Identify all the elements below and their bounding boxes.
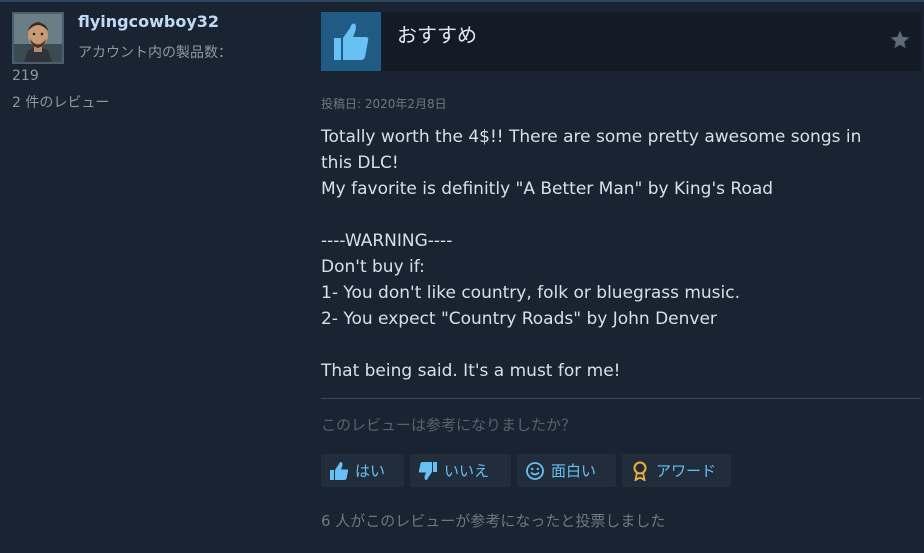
award-icon	[633, 461, 647, 481]
thumbs-up-icon	[334, 23, 369, 60]
review-line: ----WARNING----	[321, 231, 453, 251]
smiley-icon	[526, 461, 544, 480]
vote-no-button[interactable]: いいえ	[410, 454, 511, 487]
award-button[interactable]: アワード	[622, 454, 731, 487]
helpful-question: このレビューは参考になりましたか？	[321, 416, 577, 434]
products-count[interactable]: 219	[12, 68, 39, 84]
recommended-badge	[321, 12, 381, 71]
review-line: My favorite is definitly "A Better Man" …	[321, 179, 774, 199]
vote-yes-button[interactable]: はい	[321, 454, 404, 487]
review-header: おすすめ	[321, 12, 921, 71]
products-label: アカウント内の製品数：	[78, 45, 232, 61]
divider	[321, 398, 921, 399]
star-icon[interactable]	[889, 29, 911, 51]
vote-funny-label: 面白い	[551, 462, 597, 480]
review-line: Totally worth the 4$!! There are some pr…	[321, 127, 862, 147]
posted-date: 投稿日: 2020年2月8日	[321, 97, 447, 111]
top-border	[0, 0, 924, 2]
review-line: That being said. It's a must for me!	[321, 361, 621, 381]
review-line	[321, 202, 916, 228]
avatar[interactable]	[12, 12, 64, 64]
review-body: Totally worth the 4$!! There are some pr…	[321, 124, 916, 384]
review-line	[321, 332, 916, 358]
review-line: Don't buy if:	[321, 257, 425, 277]
recommendation-title: おすすめ	[397, 23, 477, 47]
review-line: 2- You expect "Country Roads" by John De…	[321, 309, 717, 329]
vote-yes-label: はい	[355, 462, 386, 480]
review-line: this DLC!	[321, 153, 399, 173]
thumbs-up-icon	[330, 461, 349, 480]
vote-tally: 6 人がこのレビューが参考になったと投票しました	[321, 512, 666, 530]
vote-funny-button[interactable]: 面白い	[517, 454, 616, 487]
award-label: アワード	[656, 462, 717, 480]
username[interactable]: flyingcowboy32	[78, 12, 219, 31]
avatar-image	[14, 14, 62, 62]
review-line: 1- You don't like country, folk or blueg…	[321, 283, 741, 303]
thumbs-down-icon	[418, 461, 437, 480]
reviews-count[interactable]: 2 件のレビュー	[12, 92, 109, 112]
vote-no-label: いいえ	[444, 462, 490, 480]
